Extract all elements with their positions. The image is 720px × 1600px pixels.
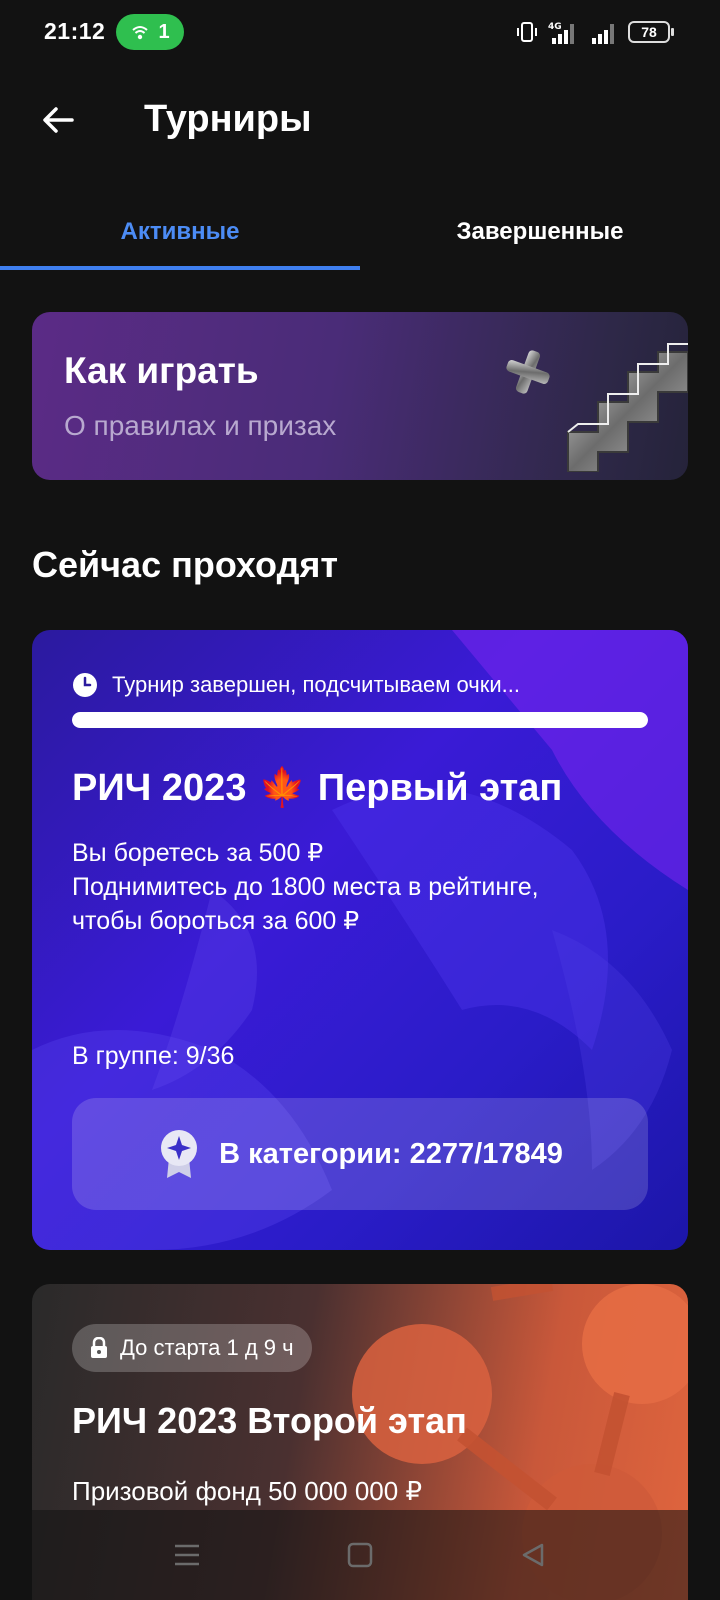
lock-icon [91, 1337, 107, 1358]
screen: 21:12 1 4G 78 Турниры Активные Завершенн… [0, 0, 720, 1600]
battery-icon: 78 [628, 21, 674, 43]
tab-active[interactable]: Активные [0, 192, 360, 272]
tab-indicator [0, 266, 360, 270]
how-to-play-title: Как играть [64, 350, 259, 391]
svg-text:4G: 4G [548, 22, 562, 32]
award-badge-icon [161, 1130, 198, 1178]
tournament-status-text: Турнир завершен, подсчитываем очки... [112, 672, 520, 697]
tournament-description: Вы боретесь за 500 ₽ Поднимитесь до 1800… [72, 836, 539, 938]
how-to-play-subtitle: О правилах и призах [64, 410, 337, 441]
tournament-card-first-stage[interactable]: Турнир завершен, подсчитываем очки... РИ… [32, 630, 688, 1250]
how-to-play-card[interactable]: Как играть О правилах и призах [32, 312, 688, 480]
progress-fill [72, 712, 648, 728]
menu-icon [174, 1544, 199, 1566]
section-title: Сейчас проходят [32, 544, 339, 585]
battery-level: 78 [641, 24, 657, 40]
wifi-hotspot-icon [132, 26, 149, 40]
status-icons: 4G 78 [516, 20, 674, 44]
tournament-title: РИЧ 2023 🍁 Первый этап [72, 766, 562, 810]
arrow-left-icon [43, 107, 74, 133]
menu-button[interactable] [157, 1525, 217, 1585]
hotspot-badge: 1 [116, 14, 184, 50]
description-line: Вы боретесь за 500 ₽ [72, 839, 324, 867]
tetris-blocks-illustration [506, 343, 688, 472]
back-button[interactable] [30, 92, 86, 148]
start-time-text: До старта 1 д 9 ч [120, 1335, 294, 1360]
category-rank-text: В категории: 2277/17849 [219, 1137, 563, 1170]
back-triangle-icon [523, 1543, 544, 1567]
system-nav-bar [0, 1510, 720, 1600]
home-button[interactable] [330, 1525, 390, 1585]
category-rank-button[interactable]: В категории: 2277/17849 [72, 1098, 648, 1210]
tab-bar: Активные Завершенные [0, 192, 720, 272]
page-title: Турниры [144, 98, 312, 140]
tab-finished[interactable]: Завершенные [360, 192, 720, 272]
back-nav-button[interactable] [503, 1525, 563, 1585]
vibrate-icon [517, 22, 537, 42]
prize-fund: Призовой фонд 50 000 000 ₽ [72, 1476, 422, 1506]
start-time-badge: До старта 1 д 9 ч [72, 1324, 312, 1372]
hotspot-count: 1 [158, 20, 170, 43]
status-bar: 21:12 1 4G 78 [0, 0, 720, 66]
signal-4g-icon: 4G [548, 22, 574, 44]
home-square-icon [347, 1542, 373, 1568]
tournament-title-part2: Первый этап [317, 766, 563, 809]
group-rank: В группе: 9/36 [72, 1042, 235, 1070]
status-time: 21:12 [44, 18, 106, 44]
description-line: чтобы бороться за 600 ₽ [72, 907, 360, 935]
tournament-progress-bar [72, 712, 648, 728]
tournament-title: РИЧ 2023 Второй этап [72, 1400, 467, 1441]
tournament-title-part1: РИЧ 2023 [72, 766, 247, 809]
tournament-status: Турнир завершен, подсчитываем очки... [72, 672, 520, 698]
maple-leaf-icon: 🍁 [258, 767, 306, 809]
clock-icon [73, 673, 97, 697]
description-line: Поднимитесь до 1800 места в рейтинге, [72, 873, 539, 901]
signal-icon [592, 24, 614, 44]
